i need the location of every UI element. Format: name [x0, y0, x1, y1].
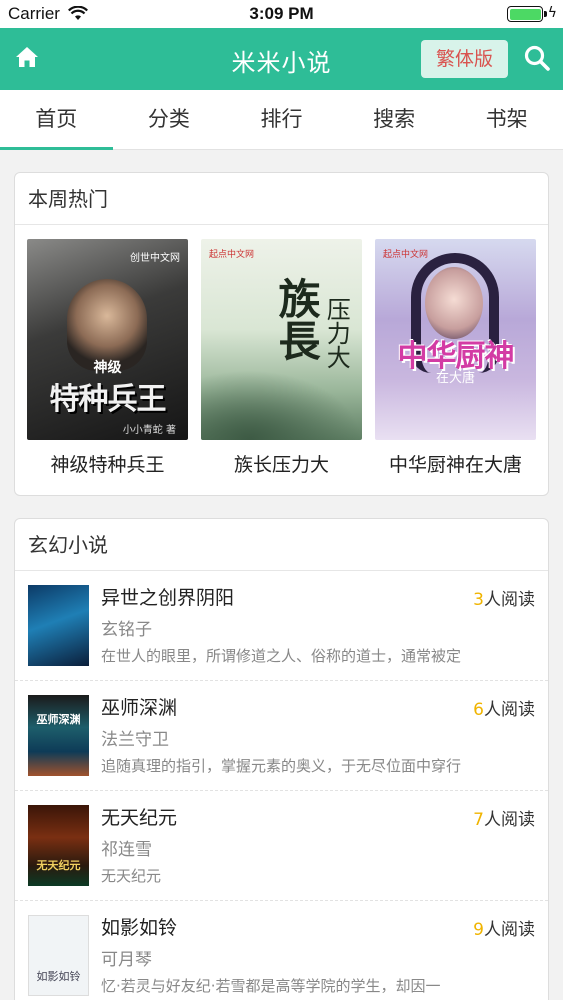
app-bar: 米米小说 繁体版 [0, 28, 563, 90]
list-item[interactable]: 异世之创界阴阳 3人阅读 玄铭子 在世人的眼里，所谓修道之人、俗称的道士，通常被… [15, 571, 548, 681]
cover-publisher-logo: 起点中文网 [209, 250, 255, 260]
read-count: 3人阅读 [473, 590, 535, 610]
book-author: 祁连雪 [101, 840, 152, 860]
cover-title: 无天纪元 [36, 859, 81, 872]
list-item[interactable]: 如影如铃 如影如铃 9人阅读 可月琴 忆·若灵与好友纪·若雪都是高等学院的学生，… [15, 901, 548, 1000]
read-count: 7人阅读 [473, 810, 535, 830]
cover-subtitle: 压力大 [322, 297, 351, 369]
book-title[interactable]: 神级特种兵王 [27, 450, 188, 477]
tab-category[interactable]: 分类 [113, 90, 226, 149]
cover-title: 巫师深渊 [36, 713, 81, 726]
book-description: 追随真理的指引，掌握元素的奥义，于无尽位面中穿行 [101, 757, 462, 775]
cover-title: 如影如铃 [36, 970, 81, 983]
search-icon[interactable] [523, 44, 551, 72]
cover-publisher-logo: 起点中文网 [383, 250, 429, 260]
traditional-chinese-button[interactable]: 繁体版 [421, 40, 508, 78]
book-author: 玄铭子 [101, 620, 152, 640]
book-cover[interactable] [28, 585, 89, 666]
battery-icon [507, 6, 547, 22]
tab-bookshelf[interactable]: 书架 [450, 90, 563, 149]
weekly-hot-card: 本周热门 创世中文网 神级 特种兵王 小小青蛇 著 神级特种兵王 起点中文网 族… [14, 172, 549, 496]
book-cover[interactable]: 起点中文网 族長 压力大 [201, 239, 362, 440]
cover-title: 特种兵王 [49, 382, 167, 417]
hot-book-list: 创世中文网 神级 特种兵王 小小青蛇 著 神级特种兵王 起点中文网 族長 压力大… [15, 225, 548, 495]
status-bar: Carrier 3:09 PM ϟ [0, 0, 563, 28]
cover-subtitle: 在大唐 [435, 371, 475, 386]
book-title[interactable]: 巫师深渊 [101, 693, 177, 720]
book-cover[interactable]: 巫师深渊 [28, 695, 89, 776]
fantasy-novels-card: 玄幻小说 异世之创界阴阳 3人阅读 玄铭子 在世人的眼里，所谓修道之人、俗称的道… [14, 518, 549, 1000]
tab-bar: 首页 分类 排行 搜索 书架 [0, 90, 563, 150]
list-item[interactable]: 无天纪元 无天纪元 7人阅读 祁连雪 无天纪元 [15, 791, 548, 901]
book-title[interactable]: 无天纪元 [101, 803, 177, 830]
cover-author: 小小青蛇 著 [122, 425, 176, 436]
book-author: 可月琴 [101, 950, 152, 970]
hot-book-item[interactable]: 创世中文网 神级 特种兵王 小小青蛇 著 神级特种兵王 [27, 239, 188, 477]
book-title[interactable]: 中华厨神在大唐 [375, 450, 536, 477]
book-author: 法兰守卫 [101, 730, 169, 750]
charging-icon: ϟ [547, 5, 557, 21]
list-item[interactable]: 巫师深渊 巫师深渊 6人阅读 法兰守卫 追随真理的指引，掌握元素的奥义，于无尽位… [15, 681, 548, 791]
book-title[interactable]: 异世之创界阴阳 [101, 583, 234, 610]
book-description: 忆·若灵与好友纪·若雪都是高等学院的学生，却因一 [101, 977, 441, 995]
book-description: 在世人的眼里，所谓修道之人、俗称的道士，通常被定 [101, 647, 462, 665]
book-title[interactable]: 族长压力大 [201, 450, 362, 477]
hot-book-item[interactable]: 起点中文网 中华厨神 在大唐 中华厨神在大唐 [375, 239, 536, 477]
tab-ranking[interactable]: 排行 [225, 90, 338, 149]
cover-publisher-logo: 创世中文网 [130, 253, 180, 264]
book-cover[interactable]: 起点中文网 中华厨神 在大唐 [375, 239, 536, 440]
hot-book-item[interactable]: 起点中文网 族長 压力大 族长压力大 [201, 239, 362, 477]
section-title: 玄幻小说 [15, 519, 548, 571]
book-title[interactable]: 如影如铃 [101, 913, 177, 940]
tab-search[interactable]: 搜索 [338, 90, 451, 149]
book-description: 无天纪元 [101, 867, 162, 885]
tab-home[interactable]: 首页 [0, 90, 113, 150]
clock: 3:09 PM [249, 4, 314, 23]
read-count: 9人阅读 [473, 920, 535, 940]
book-cover[interactable]: 如影如铃 [28, 915, 89, 996]
book-cover[interactable]: 无天纪元 [28, 805, 89, 886]
section-title: 本周热门 [15, 173, 548, 225]
read-count: 6人阅读 [473, 700, 535, 720]
book-cover[interactable]: 创世中文网 神级 特种兵王 小小青蛇 著 [27, 239, 188, 440]
